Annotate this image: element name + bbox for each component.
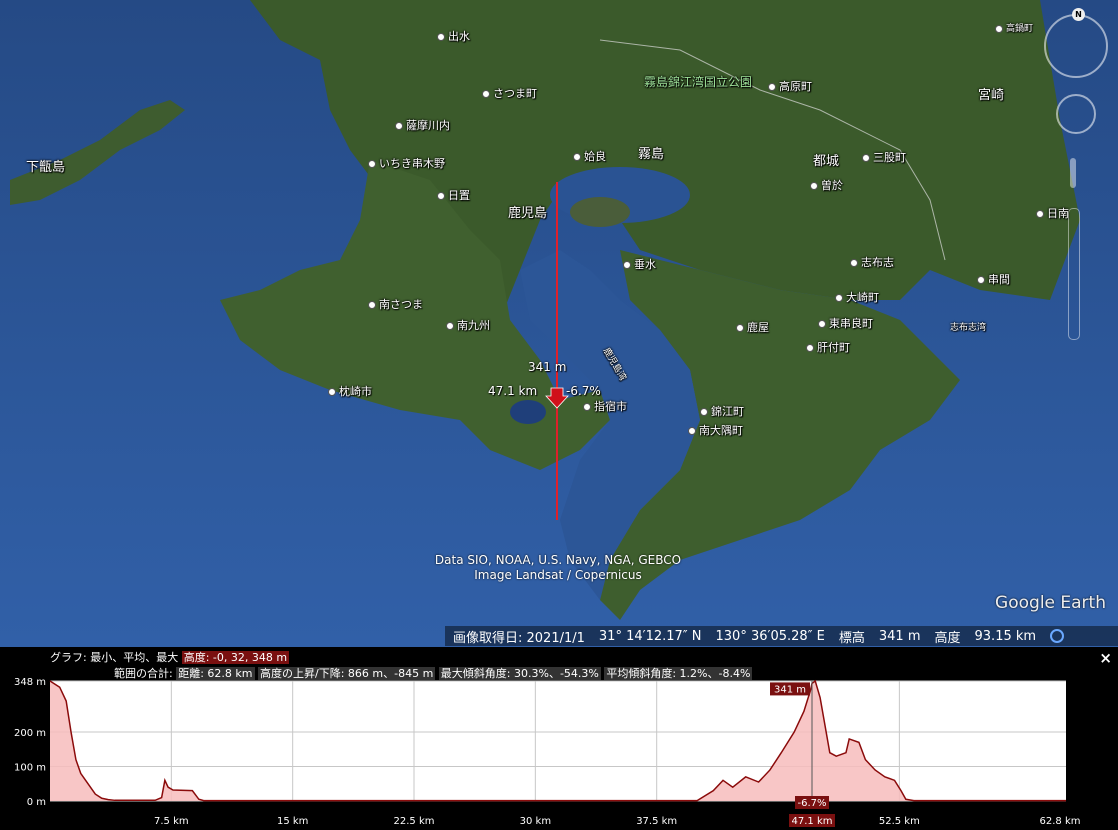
y-tick-label: 100 m — [14, 763, 46, 774]
status-bar: 画像取得日: 2021/1/1 31° 14′12.17″ N 130° 36′… — [445, 626, 1118, 646]
x-tick-label: 62.8 km — [1040, 816, 1081, 827]
place-label[interactable]: 指宿市 — [583, 398, 627, 414]
marker-distance-label: 47.1 km — [488, 384, 538, 398]
place-label[interactable]: 三股町 — [862, 149, 906, 165]
marker-elevation-label: 341 m — [528, 360, 567, 374]
elevation-label: 標高 — [838, 630, 865, 646]
altitude-label: 高度 — [934, 630, 961, 646]
image-date: 画像取得日: 2021/1/1 — [453, 630, 585, 646]
altitude-value: 93.15 km — [974, 628, 1037, 644]
attribution-line: Image Landsat / Copernicus — [474, 568, 642, 582]
person-icon[interactable] — [1070, 158, 1076, 188]
navigation-controls: N — [1042, 8, 1112, 348]
x-tick-label: 37.5 km — [636, 816, 677, 827]
x-tick-label: 52.5 km — [879, 816, 920, 827]
place-label[interactable]: 薩摩川内 — [395, 117, 450, 133]
map-view[interactable]: 出水 さつま町 霧島錦江湾国立公園 高原町 宮崎 高鍋町 薩摩川内 下甑島 いち… — [0, 0, 1118, 647]
place-label[interactable]: 枕崎市 — [328, 383, 372, 399]
place-label[interactable]: 南さつま — [368, 296, 423, 312]
compass-ring[interactable] — [1044, 14, 1108, 78]
chart-plot-area — [50, 681, 1066, 801]
place-label[interactable]: いちき串木野 — [368, 155, 445, 171]
place-label[interactable]: 都城 — [813, 150, 839, 169]
place-label[interactable]: 大崎町 — [835, 289, 879, 305]
y-tick-label: 200 m — [14, 728, 46, 739]
x-tick-label: 30 km — [520, 816, 551, 827]
place-label[interactable]: さつま町 — [482, 85, 537, 101]
place-label[interactable]: 東串良町 — [818, 315, 873, 331]
elevation-profile-panel: グラフ: 最小、平均、最大 高度: -0, 32, 348 m 範囲の合計: 距… — [0, 647, 1118, 830]
google-earth-logo: Google Earth — [995, 593, 1106, 613]
place-label[interactable]: 高原町 — [768, 78, 812, 94]
place-label[interactable]: 出水 — [437, 28, 470, 44]
place-label[interactable]: 垂水 — [623, 256, 656, 272]
y-tick-label: 348 m — [14, 677, 46, 688]
place-label[interactable]: 高鍋町 — [995, 21, 1033, 34]
y-tick-label: 0 m — [27, 797, 46, 808]
place-label[interactable]: 南九州 — [446, 317, 490, 333]
place-label[interactable]: 霧島 — [638, 143, 664, 162]
cursor-elevation-label: 341 m — [774, 684, 806, 695]
place-label[interactable]: 錦江町 — [700, 403, 744, 419]
place-label[interactable]: 日置 — [437, 187, 470, 203]
place-label[interactable]: 肝付町 — [806, 339, 850, 355]
place-label[interactable]: 志布志湾 — [950, 320, 986, 333]
place-label[interactable]: 鹿屋 — [736, 319, 769, 335]
north-icon[interactable]: N — [1072, 8, 1085, 21]
attribution: Data SIO, NOAA, U.S. Navy, NGA, GEBCO Im… — [430, 553, 686, 583]
place-label[interactable]: 串間 — [977, 271, 1010, 287]
x-tick-label: 22.5 km — [394, 816, 435, 827]
x-tick-label: 47.1 km — [792, 816, 833, 827]
x-tick-label: 15 km — [277, 816, 308, 827]
zoom-slider[interactable] — [1068, 208, 1080, 340]
x-tick-label: 7.5 km — [154, 816, 189, 827]
latitude: 31° 14′12.17″ N — [598, 628, 702, 644]
cursor-slope-label: -6.7% — [797, 798, 826, 809]
look-joystick[interactable] — [1056, 94, 1096, 134]
place-label[interactable]: 宮崎 — [978, 84, 1004, 103]
attribution-line: Data SIO, NOAA, U.S. Navy, NGA, GEBCO — [434, 553, 682, 567]
park-label[interactable]: 霧島錦江湾国立公園 — [644, 73, 752, 90]
place-label[interactable]: 下甑島 — [26, 156, 65, 175]
place-label[interactable]: 姶良 — [573, 148, 606, 164]
elevation-value: 341 m — [878, 628, 921, 644]
place-label[interactable]: 鹿児島 — [508, 202, 547, 221]
longitude: 130° 36′05.28″ E — [715, 628, 825, 644]
loading-icon — [1050, 629, 1065, 643]
place-label[interactable]: 南大隅町 — [688, 422, 743, 438]
place-label[interactable]: 曽於 — [810, 177, 843, 193]
place-label[interactable]: 志布志 — [850, 254, 894, 270]
elevation-chart[interactable]: 348 m 200 m 100 m 0 m 7.5 km 15 km 22.5 km 30 k… — [0, 647, 1118, 830]
marker-slope-label: -6.7% — [566, 384, 601, 398]
